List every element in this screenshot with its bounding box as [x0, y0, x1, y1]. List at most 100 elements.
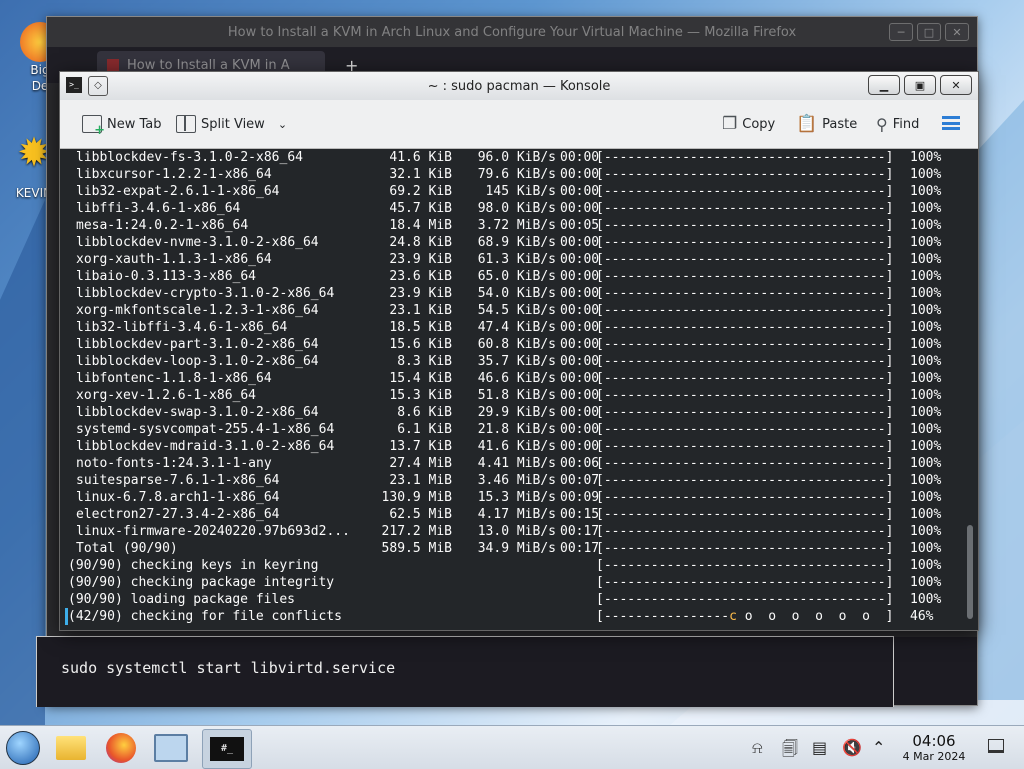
package-size: 15.3 KiB	[389, 388, 452, 403]
progress-bar: [------------------------------------]	[596, 150, 894, 165]
taskbar-firefox[interactable]	[102, 729, 140, 767]
elapsed-time: 00:07	[560, 473, 600, 488]
minimize-button[interactable]: ▁	[868, 75, 900, 95]
paste-label: Paste	[822, 116, 858, 132]
progress-bar: [------------------------------------]	[596, 473, 894, 488]
taskbar-system-monitor[interactable]	[152, 729, 190, 767]
download-rate: 96.0 KiB/s	[477, 150, 556, 165]
package-name: libffi-3.4.6-1-x86_64	[76, 201, 241, 216]
package-size: 8.6 KiB	[397, 405, 452, 420]
clipboard-icon[interactable]: 🗐	[782, 738, 798, 765]
package-size: 32.1 KiB	[389, 167, 452, 182]
progress-bar: [------------------------------------]	[596, 218, 894, 233]
split-view-button[interactable]: Split View ⌄	[172, 109, 291, 139]
download-rate: 4.17 MiB/s	[477, 507, 556, 522]
download-rate: 60.8 KiB/s	[477, 337, 556, 352]
table-row: libblockdev-fs-3.1.0-2-x86_64 41.6 KiB 96.…	[60, 149, 960, 166]
progress-bar: [------------------------------------]	[596, 439, 894, 454]
progress-bar: [------------------------------------]	[596, 303, 894, 318]
paste-button[interactable]: 📋 Paste	[792, 109, 861, 139]
download-rate: 47.4 KiB/s	[477, 320, 556, 335]
table-row: libblockdev-crypto-3.1.0-2-x86_64 23.9 Ki…	[60, 285, 960, 302]
package-name: libblockdev-mdraid-3.1.0-2-x86_64	[76, 439, 335, 454]
elapsed-time: 00:00	[560, 337, 600, 352]
elapsed-time: 00:09	[560, 490, 600, 505]
search-icon: ⚲	[876, 114, 888, 134]
table-row: suitesparse-7.6.1-1-x86_64 23.1 MiB 3.46 M…	[60, 472, 960, 489]
clock[interactable]: 04:06 4 Mar 2024	[898, 732, 970, 764]
volume-muted-icon[interactable]: 🔇	[842, 738, 862, 757]
chevron-up-icon[interactable]: ⌃	[872, 738, 885, 757]
table-row: libfontenc-1.1.8-1-x86_64 15.4 KiB 46.6 Ki…	[60, 370, 960, 387]
terminal-output[interactable]: libblockdev-fs-3.1.0-2-x86_64 41.6 KiB 96.…	[60, 149, 962, 627]
progress-percent: 100%	[910, 167, 942, 182]
konsole-toolbar: + New Tab Split View ⌄ ❐ Copy 📋 Paste ⚲ …	[60, 100, 978, 149]
folder-icon	[56, 736, 86, 760]
copy-icon: ❐	[722, 114, 738, 134]
find-button[interactable]: ⚲ Find	[872, 109, 923, 139]
progress-bar: [------------------------------------]	[596, 575, 894, 590]
current-step-text: (42/90) checking for file conflicts	[65, 608, 342, 625]
package-size: 23.9 KiB	[389, 286, 452, 301]
elapsed-time: 00:00	[560, 286, 600, 301]
package-size: 13.7 KiB	[389, 439, 452, 454]
table-row: xorg-xev-1.2.6-1-x86_64 15.3 KiB 51.8 KiB/…	[60, 387, 960, 404]
close-button[interactable]: ✕	[945, 23, 969, 41]
start-menu-button[interactable]	[4, 729, 42, 767]
download-rate: 79.6 KiB/s	[477, 167, 556, 182]
progress-percent: 100%	[910, 524, 942, 539]
split-view-label: Split View	[201, 116, 265, 132]
package-size: 69.2 KiB	[389, 184, 452, 199]
konsole-window[interactable]: >_ ◇ ~ : sudo pacman — Konsole ▁ ▣ ✕ + N…	[59, 71, 979, 631]
copy-button[interactable]: ❐ Copy	[718, 109, 779, 139]
progress-bar: [------------------------------------]	[596, 422, 894, 437]
progress-percent: 100%	[910, 218, 942, 233]
download-rate: 41.6 KiB/s	[477, 439, 556, 454]
chevron-down-icon[interactable]: ⌄	[278, 118, 287, 131]
download-rate: 3.46 MiB/s	[477, 473, 556, 488]
progress-bar: [------------------------------------]	[596, 252, 894, 267]
package-size: 15.4 KiB	[389, 371, 452, 386]
step-text: (90/90) checking package integrity	[68, 575, 335, 590]
package-size: 18.4 MiB	[389, 218, 452, 233]
hamburger-menu-icon[interactable]	[942, 116, 960, 130]
new-tab-button[interactable]: + New Tab	[78, 109, 166, 139]
scrollbar-thumb[interactable]	[967, 525, 973, 619]
download-rate: 61.3 KiB/s	[477, 252, 556, 267]
taskbar-file-manager[interactable]	[52, 729, 90, 767]
progress-bar: [------------------------------------]	[596, 201, 894, 216]
table-row: libblockdev-loop-3.1.0-2-x86_64 8.3 KiB 35…	[60, 353, 960, 370]
scrollbar[interactable]	[964, 149, 976, 627]
download-rate: 15.3 MiB/s	[477, 490, 556, 505]
taskbar-konsole[interactable]: #_	[202, 729, 252, 769]
table-row: linux-6.7.8.arch1-1-x86_64 130.9 MiB 15.3 …	[60, 489, 960, 506]
close-button[interactable]: ✕	[940, 75, 972, 95]
download-rate: 21.8 KiB/s	[477, 422, 556, 437]
maximize-button[interactable]: ▣	[904, 75, 936, 95]
progress-bar: [------------------------------------]	[596, 184, 894, 199]
progress-percent: 100%	[910, 320, 942, 335]
table-row: Total (90/90) 589.5 MiB 34.9 MiB/s 00:17 [--…	[60, 540, 960, 557]
progress-percent: 100%	[910, 286, 942, 301]
notification-bell-icon[interactable]: ⍾	[752, 738, 763, 758]
new-tab-icon: +	[82, 115, 105, 137]
elapsed-time: 00:00	[560, 405, 600, 420]
keep-above-icon[interactable]: ◇	[88, 76, 108, 96]
progress-bar: [------------------------------------]	[596, 456, 894, 471]
elapsed-time: 00:00	[560, 201, 600, 216]
maximize-button[interactable]: □	[917, 23, 941, 41]
step-text: (90/90) loading package files	[68, 592, 295, 607]
package-name: libblockdev-nvme-3.1.0-2-x86_64	[76, 235, 319, 250]
show-desktop-button[interactable]	[988, 739, 1004, 753]
device-icon[interactable]: ▤	[812, 738, 827, 757]
current-step-row: (42/90) checking for file conflicts [----…	[60, 608, 960, 625]
copy-label: Copy	[742, 116, 776, 132]
package-size: 217.2 MiB	[381, 524, 452, 539]
package-name: libxcursor-1.2.2-1-x86_64	[76, 167, 272, 182]
minimize-button[interactable]: ─	[889, 23, 913, 41]
progress-bar: [------------------------------------]	[596, 371, 894, 386]
new-tab-label: New Tab	[107, 116, 162, 132]
package-name: xorg-xauth-1.1.3-1-x86_64	[76, 252, 272, 267]
elapsed-time: 00:00	[560, 235, 600, 250]
package-name: electron27-27.3.4-2-x86_64	[76, 507, 280, 522]
